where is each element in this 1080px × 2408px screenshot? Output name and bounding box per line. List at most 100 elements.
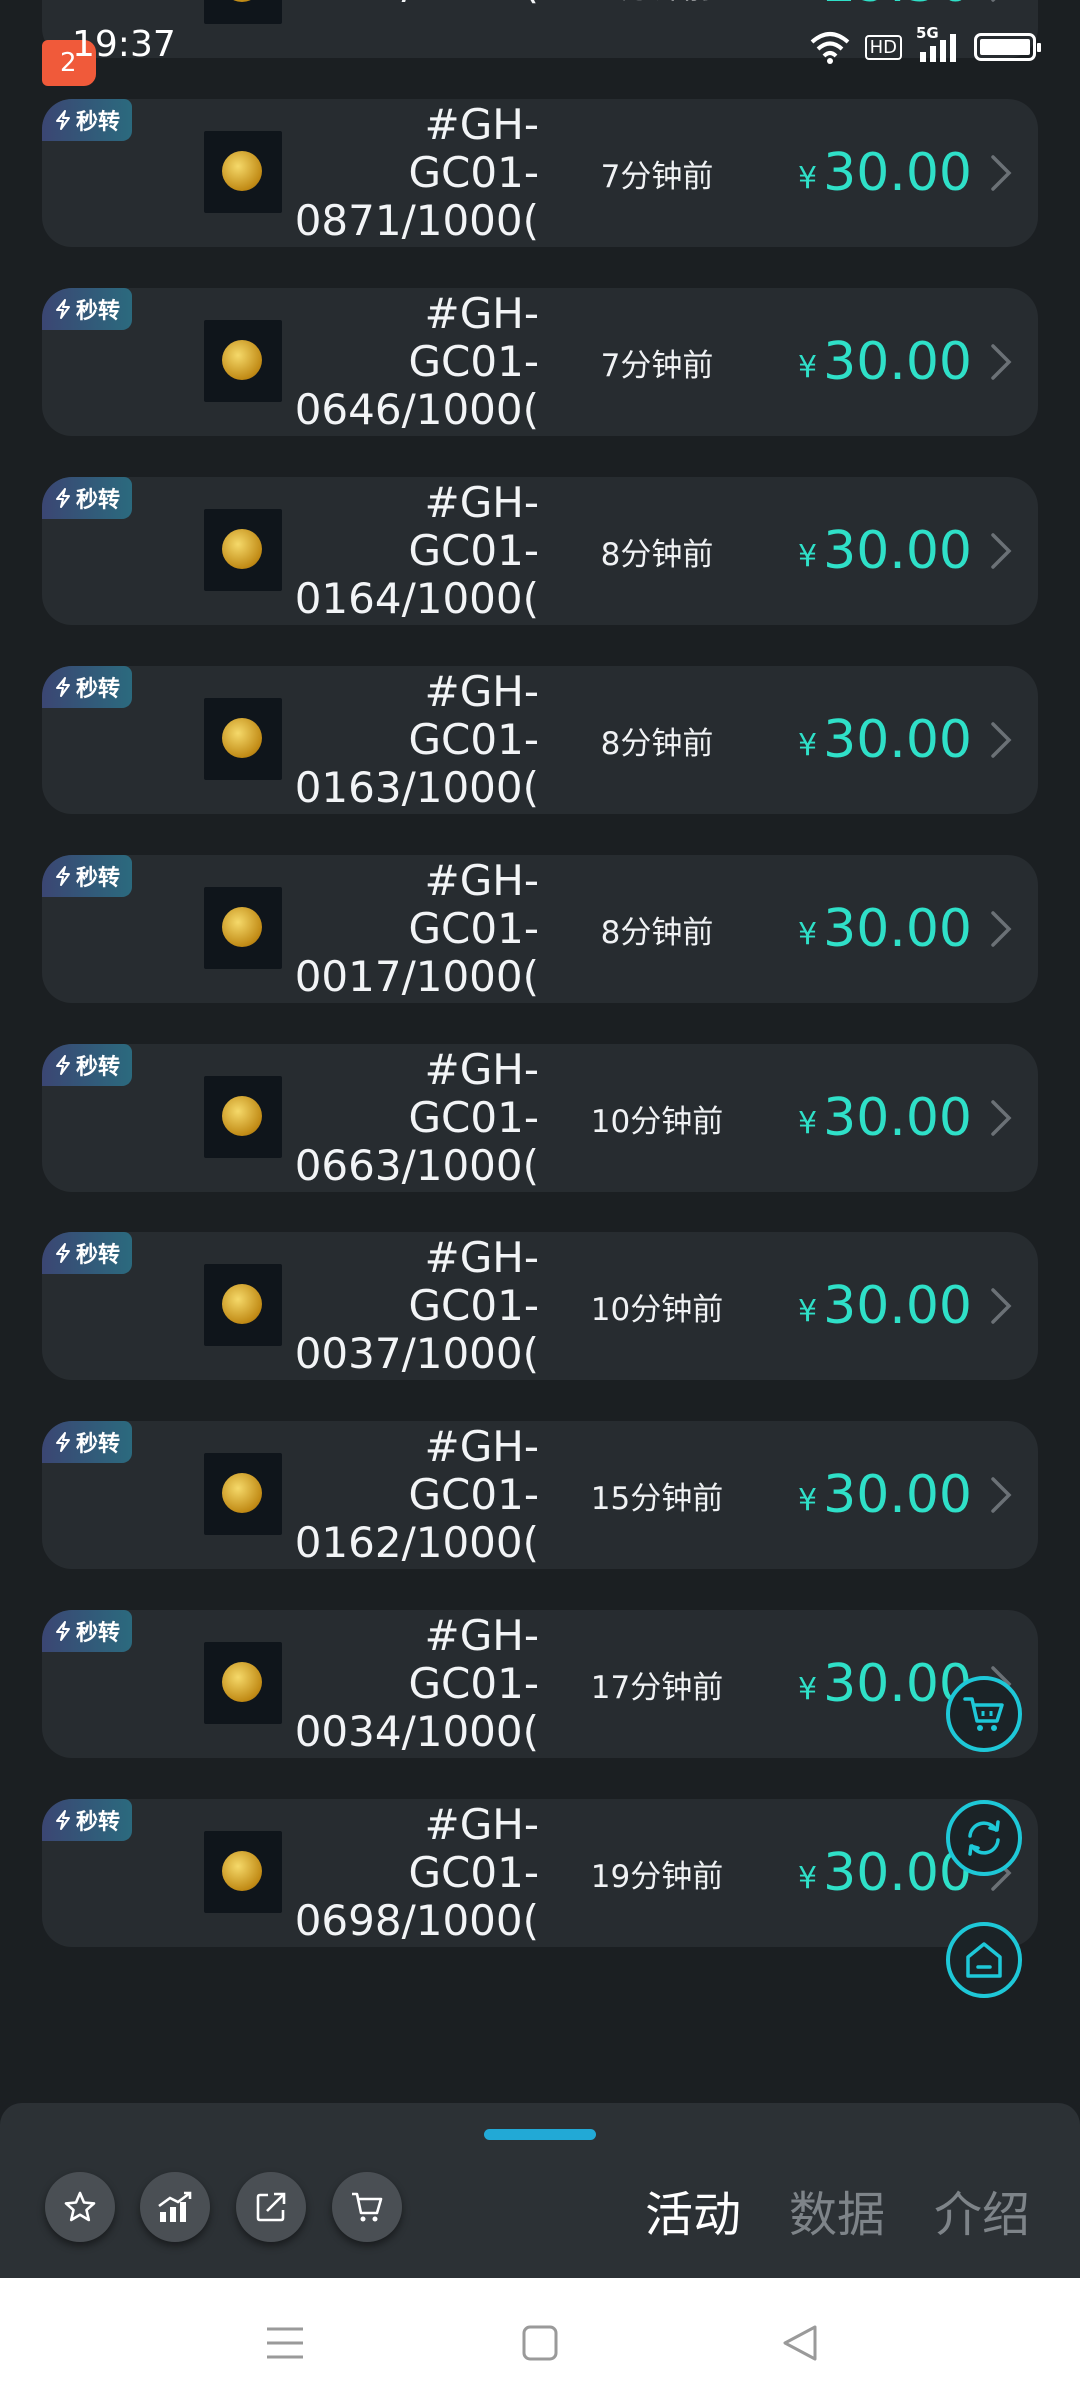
currency-symbol: ¥ [798, 727, 818, 763]
home-fab[interactable] [946, 1922, 1022, 1998]
share-button[interactable] [236, 2172, 306, 2242]
collectible-thumbnail [204, 1453, 282, 1535]
sheet-handle[interactable] [484, 2129, 596, 2140]
listed-time: 8分钟前 [600, 536, 714, 573]
cart-button[interactable] [332, 2172, 402, 2242]
refresh-icon [968, 1820, 1000, 1856]
listing-row[interactable]: 秒转 #GH- GC01- 0162/1000( 15分钟前 ¥ 30.00 [42, 1421, 1038, 1569]
instant-transfer-tag: 秒转 [42, 288, 132, 330]
chevron-right-icon [991, 722, 1012, 758]
bolt-icon [55, 299, 70, 319]
chevron-right-icon [991, 1100, 1012, 1136]
bolt-icon [55, 866, 70, 886]
bottom-action-bar: 活动 数据 介绍 [0, 2103, 1080, 2278]
listed-time: 10分钟前 [590, 1291, 724, 1328]
collectible-thumbnail [204, 1642, 282, 1724]
instant-transfer-tag: 秒转 [42, 1232, 132, 1274]
price: ¥ 30.00 [772, 288, 972, 436]
price-amount: 30.00 [823, 710, 972, 770]
listing-row[interactable]: 秒转 #GH- GC01- 0646/1000( 7分钟前 ¥ 30.00 [42, 288, 1038, 436]
bolt-icon [55, 488, 70, 508]
instant-transfer-tag: 秒转 [42, 855, 132, 897]
instant-transfer-tag: 秒转 [42, 99, 132, 141]
listed-time: 15分钟前 [590, 1480, 724, 1517]
wifi-icon [810, 32, 849, 64]
instant-transfer-tag: 秒转 [42, 477, 132, 519]
tag-label: 秒转 [75, 866, 120, 891]
share-icon [256, 2192, 286, 2222]
gold-coin-icon [222, 1096, 262, 1136]
price-amount: 30.00 [823, 899, 972, 959]
listing-row[interactable]: 秒转 #GH- GC01- 0163/1000( 8分钟前 ¥ 30.00 [42, 666, 1038, 814]
back-triangle-icon [783, 2325, 817, 2361]
tag-label: 秒转 [75, 1621, 120, 1646]
serial-number: #GH- GC01- 0163/1000( [294, 668, 539, 812]
currency-symbol: ¥ [798, 916, 818, 952]
gold-coin-icon [222, 1473, 262, 1513]
favorite-button[interactable] [45, 2172, 115, 2242]
gold-coin-icon [222, 718, 262, 758]
home-nav-button[interactable] [515, 2318, 565, 2368]
collectible-thumbnail [204, 1831, 282, 1913]
listing-row[interactable]: 秒转 #GH- GC01- 0663/1000( 10分钟前 ¥ 30.00 [42, 1044, 1038, 1192]
system-navigation-bar [0, 2278, 1080, 2408]
collectible-thumbnail [204, 320, 282, 402]
price-amount: 30.00 [823, 521, 972, 581]
cart-fab[interactable] [946, 1676, 1022, 1752]
price: ¥ 30.00 [772, 666, 972, 814]
instant-transfer-tag: 秒转 [42, 1421, 132, 1463]
price: ¥ 30.00 [772, 1421, 972, 1569]
price: ¥ 30.00 [772, 1610, 972, 1758]
cart-icon [352, 2192, 383, 2222]
gold-coin-icon [222, 529, 262, 569]
currency-symbol: ¥ [798, 538, 818, 574]
serial-number: #GH- GC01- 0162/1000( [294, 1423, 539, 1567]
price: ¥ 30.00 [772, 477, 972, 625]
tab-data[interactable]: 数据 [789, 2175, 885, 2245]
bolt-icon [55, 1055, 70, 1075]
instant-transfer-tag: 秒转 [42, 666, 132, 708]
listed-time: 7分钟前 [600, 158, 714, 195]
chevron-right-icon [991, 533, 1012, 569]
square-icon [522, 2325, 558, 2361]
menu-icon [267, 2327, 303, 2359]
currency-symbol: ¥ [798, 1105, 818, 1141]
chevron-right-icon [991, 1477, 1012, 1513]
listing-row[interactable]: 秒转 #GH- GC01- 0871/1000( 7分钟前 ¥ 30.00 [42, 99, 1038, 247]
bolt-icon [55, 1243, 70, 1263]
listed-time: 7分钟前 [600, 347, 714, 384]
listing-row[interactable]: 秒转 #GH- GC01- 0698/1000( 19分钟前 ¥ 30.00 [42, 1799, 1038, 1947]
serial-number: #GH- GC01- 0037/1000( [294, 1234, 539, 1378]
listing-row[interactable]: 秒转 #GH- GC01- 0164/1000( 8分钟前 ¥ 30.00 [42, 477, 1038, 625]
tag-label: 秒转 [75, 1243, 120, 1268]
currency-symbol: ¥ [798, 160, 818, 196]
status-bar: 2 19:37 HD 5G [0, 0, 1080, 100]
star-icon [64, 2191, 96, 2222]
price-amount: 30.00 [823, 1276, 972, 1336]
tag-label: 秒转 [75, 1810, 120, 1835]
tab-intro[interactable]: 介绍 [934, 2175, 1030, 2245]
cart-icon [963, 1697, 1004, 1731]
gold-coin-icon [222, 151, 262, 191]
refresh-fab[interactable] [946, 1800, 1022, 1876]
collectible-thumbnail [204, 1264, 282, 1346]
bolt-icon [55, 1621, 70, 1641]
tag-label: 秒转 [75, 1432, 120, 1457]
price: ¥ 30.00 [772, 1044, 972, 1192]
market-trend-button[interactable] [140, 2172, 210, 2242]
price-amount: 30.00 [823, 143, 972, 203]
collectible-thumbnail [204, 509, 282, 591]
instant-transfer-tag: 秒转 [42, 1799, 132, 1841]
listing-row[interactable]: 秒转 #GH- GC01- 0034/1000( 17分钟前 ¥ 30.00 [42, 1610, 1038, 1758]
listing-row[interactable]: 秒转 #GH- GC01- 0017/1000( 8分钟前 ¥ 30.00 [42, 855, 1038, 1003]
price: ¥ 30.00 [772, 855, 972, 1003]
listed-time: 8分钟前 [600, 914, 714, 951]
back-nav-button[interactable] [775, 2318, 825, 2368]
tag-label: 秒转 [75, 299, 120, 324]
gold-coin-icon [222, 907, 262, 947]
listing-row[interactable]: 秒转 #GH- GC01- 0037/1000( 10分钟前 ¥ 30.00 [42, 1232, 1038, 1380]
tab-activity[interactable]: 活动 [645, 2175, 741, 2245]
currency-symbol: ¥ [798, 1671, 818, 1707]
bolt-icon [55, 1810, 70, 1830]
menu-button[interactable] [260, 2318, 310, 2368]
